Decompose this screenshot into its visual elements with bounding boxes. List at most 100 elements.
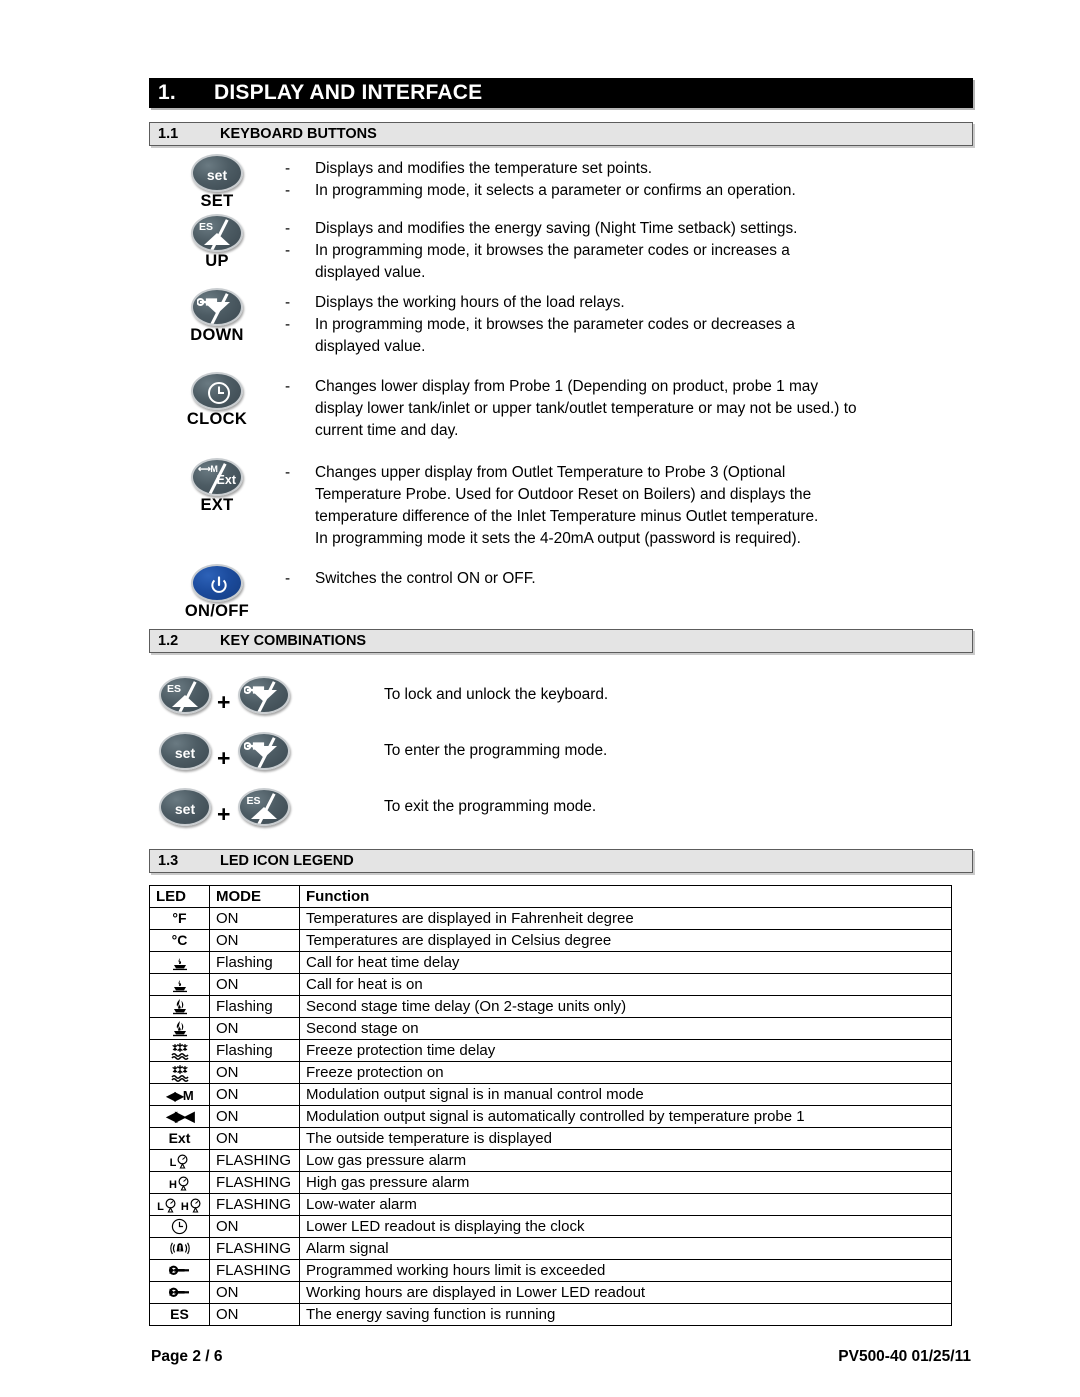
table-row: °C ON Temperatures are displayed in Celsiu… bbox=[149, 929, 952, 952]
table-row: ON Lower LED readout is displaying the cl… bbox=[149, 1215, 952, 1238]
bullet-text: Displays and modifies the temperature se… bbox=[315, 160, 653, 177]
cell-mode: ON bbox=[209, 973, 300, 996]
cell-led: L bbox=[149, 1149, 210, 1172]
keyboard-button-label: EXT bbox=[200, 495, 234, 514]
low-pressure-icon: L bbox=[170, 1154, 190, 1169]
modulation-ext-key-icon[interactable]: ⟷M Ext bbox=[191, 457, 243, 496]
description-bullet: - Changes upper display from Outlet Tempe… bbox=[285, 462, 973, 484]
cell-mode: ON bbox=[209, 1105, 300, 1128]
key-combination-description: To enter the programming mode. bbox=[384, 742, 608, 759]
table-row: L H FLASHING Low-water alarm bbox=[149, 1193, 952, 1216]
cell-function: The outside temperature is displayed bbox=[299, 1127, 952, 1150]
description-bullet: - In programming mode, it selects a param… bbox=[285, 180, 973, 202]
keyboard-button-label: CLOCK bbox=[186, 409, 248, 428]
set-key-icon[interactable]: set bbox=[159, 732, 211, 770]
table-row: L FLASHING Low gas pressure alarm bbox=[149, 1149, 952, 1172]
section-number-1-3: 1.3 bbox=[158, 853, 179, 869]
description-bullet: - Changes lower display from Probe 1 (Dep… bbox=[285, 376, 973, 398]
page-footer: Page 2 / 6 PV500-40 01/25/11 bbox=[149, 1348, 973, 1366]
table-header-row: LED MODE Function bbox=[149, 885, 952, 908]
led-symbol-text: °F bbox=[172, 910, 187, 926]
cell-mode: Flashing bbox=[209, 951, 300, 974]
keyboard-button-description: - Switches the control ON or OFF. bbox=[285, 564, 973, 590]
cell-function: Low gas pressure alarm bbox=[299, 1149, 952, 1172]
snowflake-icon bbox=[170, 1042, 189, 1060]
table-row: Flashing Second stage time delay (On 2-st… bbox=[149, 995, 952, 1018]
bullet-dash: - bbox=[285, 182, 291, 199]
key-combination-description: To exit the programming mode. bbox=[384, 798, 597, 815]
keyboard-button-description: - Changes upper display from Outlet Tempe… bbox=[285, 458, 973, 550]
cell-led bbox=[149, 1215, 210, 1238]
description-continuation: Temperature Probe. Used for Outdoor Rese… bbox=[315, 485, 812, 503]
table-row: ES ON The energy saving function is runnin… bbox=[149, 1303, 952, 1326]
section-number-1-1: 1.1 bbox=[158, 126, 179, 142]
es-up-key-icon[interactable]: ES bbox=[238, 788, 291, 826]
document-page: 1. DISPLAY AND INTERFACE 1.1 KEYBOARD BU… bbox=[149, 0, 973, 1366]
cell-mode: ON bbox=[209, 1281, 300, 1304]
keyboard-button-label: DOWN bbox=[190, 325, 244, 344]
power-key-icon[interactable] bbox=[191, 563, 243, 602]
cell-led bbox=[149, 1061, 210, 1084]
table-row: FLASHING Alarm signal bbox=[149, 1237, 952, 1260]
keyboard-button-label: ON/OFF bbox=[184, 601, 250, 620]
cell-led: °C bbox=[149, 929, 210, 952]
bullet-text: Switches the control ON or OFF. bbox=[315, 569, 536, 587]
set-key-icon[interactable]: set bbox=[159, 788, 211, 826]
description-bullet: - In programming mode, it browses the par… bbox=[285, 240, 973, 262]
cell-function: Temperatures are displayed in Celsius de… bbox=[299, 929, 952, 952]
chapter-title-bar: 1. DISPLAY AND INTERFACE bbox=[149, 78, 973, 108]
cell-mode: ON bbox=[209, 1215, 300, 1238]
cell-led: Ext bbox=[149, 1127, 210, 1150]
section-title-1-2: KEY COMBINATIONS bbox=[220, 633, 367, 649]
wrench-down-key-icon[interactable] bbox=[238, 676, 291, 714]
footer-page-number: Page 2 / 6 bbox=[151, 1348, 223, 1365]
cell-function: Low-water alarm bbox=[299, 1193, 952, 1216]
column-header-function: Function bbox=[299, 885, 952, 908]
description-continuation: displayed value. bbox=[315, 263, 426, 281]
cell-function: The energy saving function is running bbox=[299, 1303, 952, 1326]
es-up-key-icon[interactable]: ES bbox=[191, 213, 243, 252]
cell-function: Modulation output signal is automaticall… bbox=[299, 1105, 952, 1128]
description-continuation: In programming mode it sets the 4-20mA o… bbox=[315, 529, 801, 547]
cell-function: Alarm signal bbox=[299, 1237, 952, 1260]
description-bullet: - In programming mode, it browses the par… bbox=[285, 314, 973, 336]
bullet-text: Displays the working hours of the load r… bbox=[315, 293, 625, 311]
clock-key-icon[interactable] bbox=[191, 371, 243, 410]
clock-icon bbox=[171, 1219, 188, 1235]
keyboard-button-key: CLOCK bbox=[149, 371, 285, 428]
cell-mode: Flashing bbox=[209, 995, 300, 1018]
cell-led bbox=[149, 995, 210, 1018]
key-combinations-list: ES + To lock and unlock the keyboard. set + T… bbox=[149, 667, 973, 835]
cell-mode: ON bbox=[209, 1127, 300, 1150]
column-header-led: LED bbox=[149, 885, 210, 908]
key-combination-keys: set + bbox=[149, 732, 384, 770]
table-row: ON Freeze protection on bbox=[149, 1061, 952, 1084]
cell-mode: FLASHING bbox=[209, 1237, 300, 1260]
bullet-text: In programming mode, it selects a parame… bbox=[315, 182, 796, 199]
cell-led bbox=[149, 1039, 210, 1062]
section-header-key-combinations: 1.2 KEY COMBINATIONS bbox=[149, 629, 973, 653]
key-combination-keys: ES + bbox=[149, 676, 384, 714]
key-combination-row: set + ES To exit the programming mode. bbox=[149, 779, 973, 835]
flame-small-icon bbox=[172, 958, 187, 971]
flame-large-icon bbox=[172, 999, 187, 1015]
description-bullet: - Switches the control ON or OFF. bbox=[285, 568, 973, 590]
plus-sign: + bbox=[217, 800, 231, 827]
keyboard-button-label: SET bbox=[200, 192, 234, 210]
wrench-down-key-icon[interactable] bbox=[191, 287, 243, 326]
keyboard-button-row: CLOCK - Changes lower display from Probe 1… bbox=[149, 371, 973, 442]
bullet-dash: - bbox=[285, 569, 291, 587]
cell-mode: FLASHING bbox=[209, 1193, 300, 1216]
cell-led: H bbox=[149, 1171, 210, 1194]
key-combination-row: ES + To lock and unlock the keyboard. bbox=[149, 667, 973, 723]
wrench-down-key-icon[interactable] bbox=[238, 732, 291, 770]
cell-function: Programmed working hours limit is exceed… bbox=[299, 1259, 952, 1282]
set-key-icon[interactable]: set bbox=[191, 154, 243, 192]
chapter-title: DISPLAY AND INTERFACE bbox=[214, 81, 483, 104]
cell-mode: FLASHING bbox=[209, 1259, 300, 1282]
high-pressure-icon: H bbox=[169, 1176, 190, 1191]
es-up-key-icon[interactable]: ES bbox=[159, 676, 211, 714]
keyboard-button-row: DOWN - Displays the working hours of the l… bbox=[149, 287, 973, 358]
cell-led bbox=[149, 1237, 210, 1260]
table-row: FLASHING Programmed working hours limit i… bbox=[149, 1259, 952, 1282]
